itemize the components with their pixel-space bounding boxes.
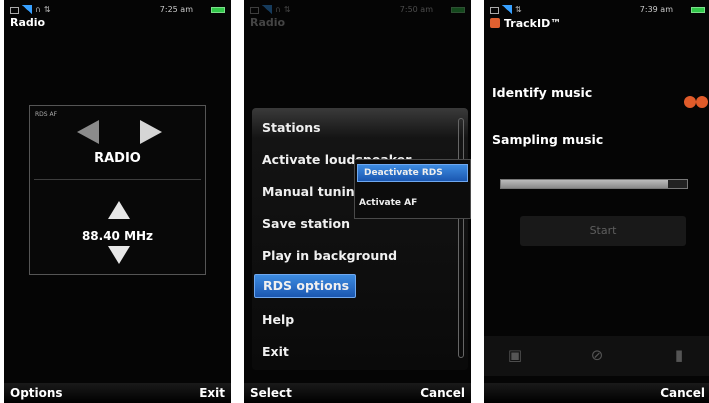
start-button[interactable]: Start xyxy=(520,216,686,246)
cancel-softkey[interactable]: Cancel xyxy=(420,386,465,400)
rds-submenu: Deactivate RDS Activate AF xyxy=(354,159,471,219)
network-icon: ⇅ xyxy=(43,5,51,14)
battery-icon xyxy=(691,7,705,13)
sampling-progress-bar xyxy=(500,179,688,189)
rds-af-indicator: RDS AF xyxy=(35,111,58,118)
radio-options-screen: ∩ ⇅ 7:50 am Radio Stations Activate loud… xyxy=(244,0,471,403)
menu-item-save-station[interactable]: Save station xyxy=(262,216,350,231)
trackid-logo-icon xyxy=(684,96,709,110)
menu-item-stations[interactable]: Stations xyxy=(262,120,321,135)
message-icon xyxy=(490,7,499,14)
trackid-screen: ⇅ 7:39 am TrackID™ Identify music Sampli… xyxy=(484,0,709,403)
progress-fill xyxy=(501,180,669,188)
menu-scrollbar[interactable] xyxy=(458,118,464,358)
battery-icon xyxy=(451,7,465,13)
next-station-icon[interactable] xyxy=(140,120,162,144)
submenu-item-activate-af[interactable]: Activate AF xyxy=(359,198,417,208)
options-menu: Stations Activate loudspeaker Manual tun… xyxy=(252,108,468,370)
menu-item-play-in-background[interactable]: Play in background xyxy=(262,248,397,263)
tune-down-icon[interactable] xyxy=(108,246,130,264)
menu-item-manual-tuning[interactable]: Manual tuning xyxy=(262,184,364,199)
select-softkey[interactable]: Select xyxy=(250,386,292,400)
exit-softkey[interactable]: Exit xyxy=(199,386,225,400)
radio-tuner-panel: RDS AF RADIO 88.40 MHz xyxy=(29,105,206,275)
network-icon: ⇅ xyxy=(515,5,522,14)
menu-item-exit[interactable]: Exit xyxy=(262,344,289,359)
softkey-bar: Cancel xyxy=(484,383,709,403)
network-icon: ⇅ xyxy=(283,5,291,14)
headset-icon: ∩ xyxy=(275,5,281,14)
clock: 7:39 am xyxy=(639,5,673,14)
headset-icon: ∩ xyxy=(35,5,41,14)
app-title: Radio xyxy=(10,16,46,29)
divider xyxy=(34,179,201,180)
battery-icon xyxy=(211,7,225,13)
softkey-bar: Select Cancel xyxy=(244,383,471,403)
message-icon xyxy=(10,7,19,14)
trackid-app-icon xyxy=(490,18,500,28)
toolbar: ▣ ⊘ ▮ xyxy=(484,336,709,376)
menu-item-rds-options[interactable]: RDS options xyxy=(254,274,357,298)
options-softkey[interactable]: Options xyxy=(10,386,63,400)
sampling-status: Sampling music xyxy=(492,132,604,147)
signal-icon xyxy=(502,5,512,14)
tune-up-icon[interactable] xyxy=(108,201,130,219)
clock: 7:50 am xyxy=(399,5,433,14)
identify-music-heading: Identify music xyxy=(492,85,593,100)
radio-screen: ∩ ⇅ 7:25 am Radio RDS AF RADIO 88.40 MHz… xyxy=(4,0,231,403)
clock: 7:25 am xyxy=(159,5,193,14)
frequency-readout: 88.40 MHz xyxy=(81,229,154,243)
signal-icon xyxy=(22,5,32,14)
chart-icon[interactable]: ▮ xyxy=(670,346,688,364)
message-icon xyxy=(250,7,259,14)
radio-label: RADIO xyxy=(94,151,141,166)
search-icon[interactable]: ⊘ xyxy=(588,346,606,364)
app-title: TrackID™ xyxy=(504,17,562,30)
history-icon[interactable]: ▣ xyxy=(506,346,524,364)
submenu-item-deactivate-rds[interactable]: Deactivate RDS xyxy=(357,164,468,182)
signal-icon xyxy=(262,5,272,14)
app-title: Radio xyxy=(250,16,286,29)
softkey-bar: Options Exit xyxy=(4,383,231,403)
previous-station-icon[interactable] xyxy=(77,120,99,144)
cancel-softkey[interactable]: Cancel xyxy=(660,386,705,400)
menu-item-help[interactable]: Help xyxy=(262,312,294,327)
